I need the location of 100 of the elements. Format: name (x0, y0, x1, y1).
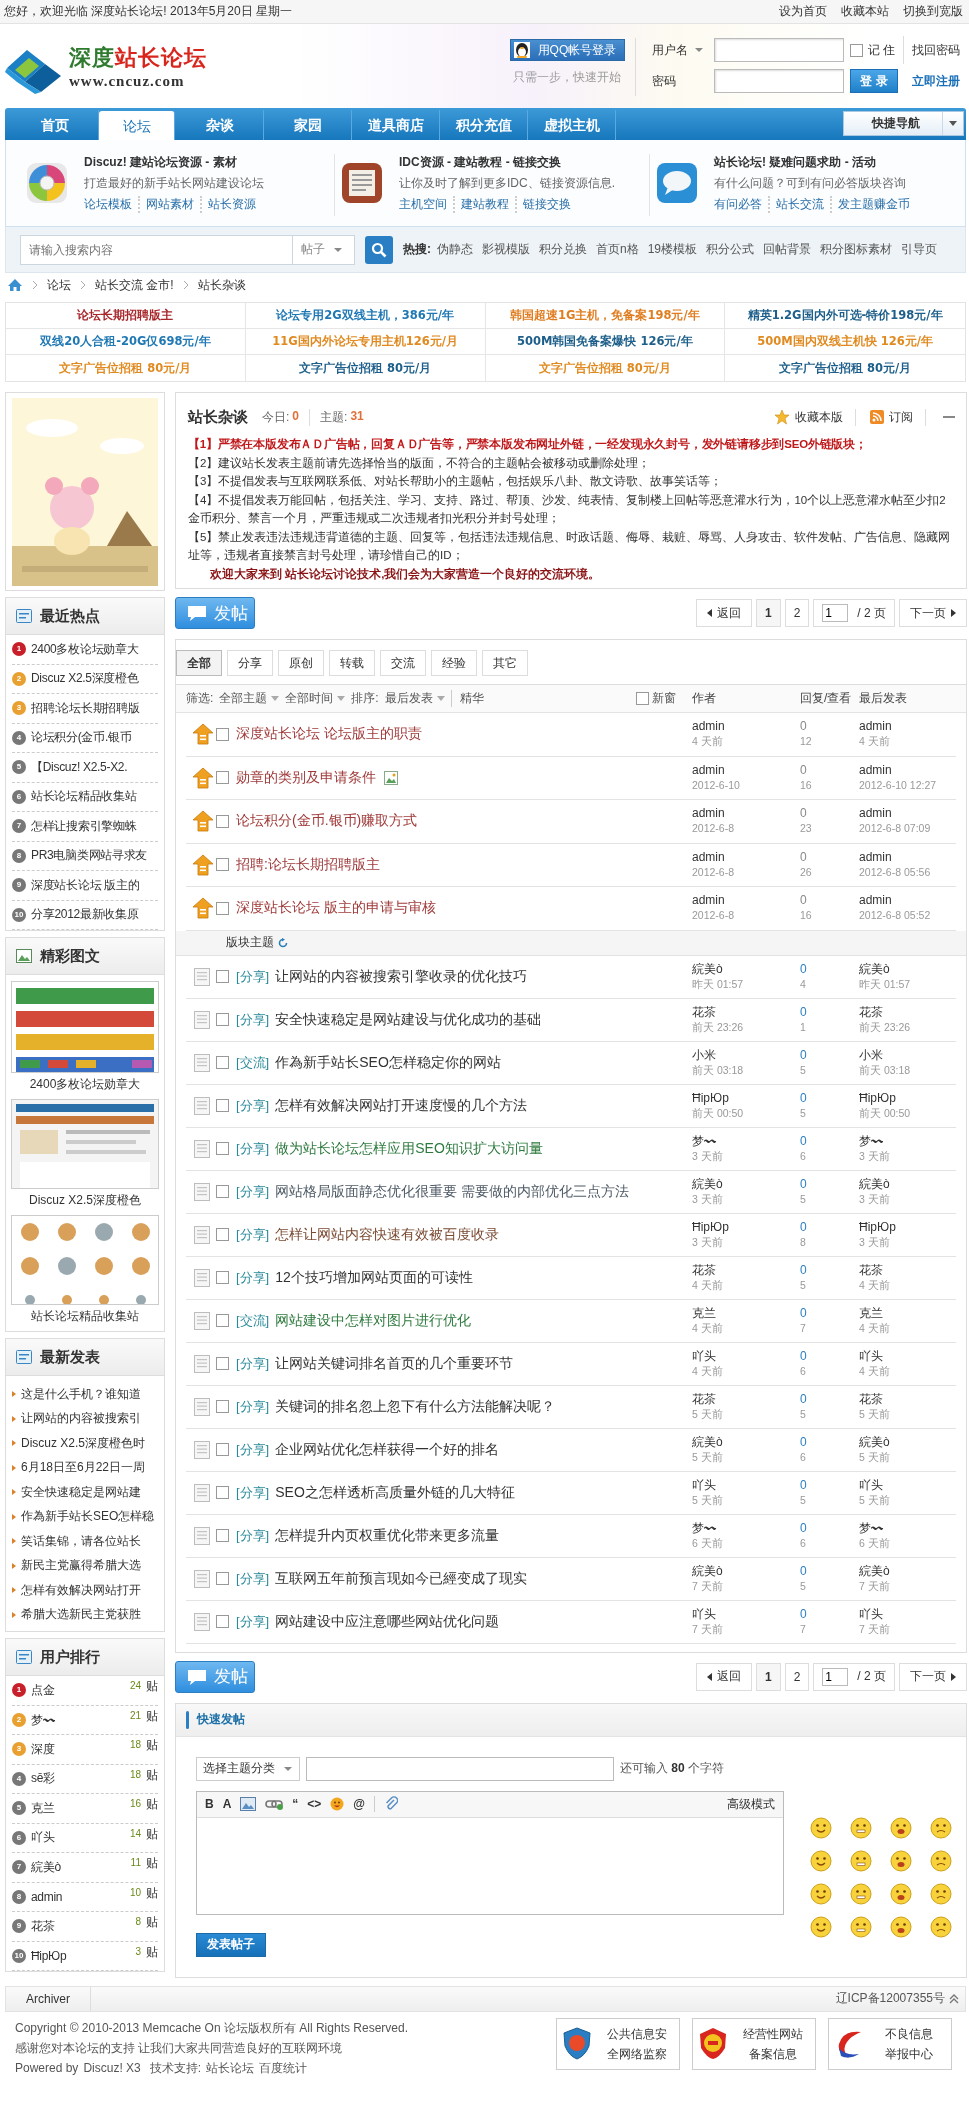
last-poster-link[interactable]: 克兰 (859, 1305, 883, 1321)
reply-count[interactable]: 0 (800, 1305, 807, 1321)
author-link[interactable]: admin (692, 806, 725, 822)
back-button[interactable]: 返回 (695, 1662, 752, 1691)
last-poster-link[interactable]: 吖头 (859, 1606, 883, 1622)
user-link[interactable]: 梦〰 (31, 1710, 125, 1730)
type-tab[interactable]: 其它 (482, 650, 528, 676)
thread-checkbox[interactable] (216, 1185, 229, 1198)
reply-count[interactable]: 0 (800, 893, 807, 909)
thread-checkbox[interactable] (216, 1486, 229, 1499)
thread-title-link[interactable]: 做为站长论坛怎样应用SEO知识扩大访问量 (275, 1139, 543, 1158)
register-link[interactable]: 立即注册 (904, 72, 966, 90)
thread-title-link[interactable]: 网站建设中怎样对图片进行优化 (275, 1311, 472, 1330)
search-field[interactable]: 请输入搜索内容 (20, 234, 293, 265)
thread-title-link[interactable]: 深度站长论坛 版主的申请与审核 (236, 899, 436, 918)
filter-dropdown[interactable]: 全部时间 (285, 690, 346, 707)
reply-count[interactable]: 0 (800, 1090, 807, 1106)
picture-caption[interactable]: 站长论坛精品收集站 (31, 1308, 139, 1325)
qq-login-button[interactable]: 用QQ帐号登录 (509, 39, 626, 61)
author-link[interactable]: admin (692, 893, 725, 909)
ad-link[interactable]: 论坛长期招聘版主 (77, 308, 174, 323)
hot-topic-link[interactable]: 站长论坛精品收集站 (31, 788, 158, 806)
paperclip-icon[interactable] (384, 1796, 399, 1812)
latest-post-link[interactable]: 希腊大选新民主党获胜 (21, 1606, 141, 1624)
page-number-field[interactable]: 1 (822, 604, 849, 622)
hot-topic-link[interactable]: 【Discuz! X2.5-X2. (31, 758, 158, 776)
archiver-tab[interactable]: Archiver (6, 1986, 91, 2011)
page-link[interactable]: 2 (784, 599, 810, 627)
author-link[interactable]: 花茶 (692, 1262, 716, 1278)
user-link[interactable]: 克兰 (31, 1799, 125, 1817)
smiley-icon[interactable] (890, 1882, 912, 1905)
hot-topic-link[interactable]: 分享2012最新收集原 (31, 906, 158, 924)
thread-checkbox[interactable] (216, 970, 229, 983)
reply-count[interactable]: 0 (800, 1434, 807, 1450)
thread-title-link[interactable]: 怎样有效解决网站打开速度慢的几个方法 (275, 1096, 528, 1115)
icp-link[interactable]: 辽ICP备12007355号 (835, 1990, 945, 2007)
home-icon[interactable] (7, 278, 23, 292)
subscribe-link[interactable]: 订阅 (870, 408, 926, 426)
last-poster-link[interactable]: 綄美ò (859, 1176, 890, 1192)
reply-count[interactable]: 0 (800, 1477, 807, 1493)
category-dropdown[interactable]: 选择主题分类 (196, 1756, 300, 1781)
search-button[interactable] (365, 235, 393, 264)
last-poster-link[interactable]: 花茶 (859, 1262, 883, 1278)
digest-filter-link[interactable]: 精华 (450, 690, 484, 707)
latest-post-link[interactable]: 新民主党赢得希腊大选 (21, 1557, 141, 1575)
ad-link[interactable]: 双线20人合租-20G仅698元/年 (40, 334, 211, 349)
author-link[interactable]: 花茶 (692, 1004, 716, 1020)
last-poster-link[interactable]: 吖头 (859, 1477, 883, 1493)
hot-search-link[interactable]: 首页n格 (596, 241, 639, 258)
thread-title-link[interactable]: 互联网五年前预言现如今已經变成了现实 (275, 1569, 528, 1588)
last-poster-link[interactable]: admin (859, 719, 892, 735)
hot-topic-link[interactable]: 招聘:论坛长期招聘版 (31, 699, 158, 717)
smiley-icon[interactable] (850, 1915, 872, 1938)
last-poster-link[interactable]: 梦〰 (859, 1133, 883, 1149)
page-link[interactable]: 1 (755, 599, 781, 627)
certificate-badge[interactable]: 不良信息 举报中心 (828, 2017, 952, 2070)
reply-count[interactable]: 0 (800, 961, 807, 977)
author-link[interactable]: 綄美ò (692, 961, 723, 977)
last-poster-link[interactable]: 綄美ò (859, 1434, 890, 1450)
latest-post-link[interactable]: 笑话集锦，请各位站长 (21, 1532, 141, 1550)
picture-caption[interactable]: 2400多枚论坛勋章大 (29, 1076, 141, 1093)
reply-count[interactable]: 0 (800, 1606, 807, 1622)
new-window-checkbox[interactable] (636, 692, 649, 705)
thread-type-link[interactable]: [分享] (236, 1182, 270, 1201)
thread-title-link[interactable]: 怎样让网站内容快速有效被百度收录 (275, 1225, 500, 1244)
smiley-icon[interactable] (930, 1849, 952, 1872)
last-poster-link[interactable]: ĦipЮp (859, 1090, 896, 1106)
feature-link[interactable]: 站长资源 (208, 196, 262, 213)
author-link[interactable]: 花茶 (692, 1391, 716, 1407)
thread-type-link[interactable]: [分享] (236, 1397, 270, 1416)
smiley-icon[interactable] (850, 1849, 872, 1872)
page-number-field[interactable]: 1 (822, 1667, 849, 1686)
ad-link[interactable]: 500M韩国免备案爆快 126元/年 (517, 334, 693, 349)
author-link[interactable]: 小米 (692, 1047, 716, 1063)
smiley-icon[interactable] (330, 1797, 345, 1811)
subject-field[interactable] (306, 1756, 614, 1781)
type-tab[interactable]: 原创 (278, 650, 324, 676)
next-page-button[interactable]: 下一页 (899, 599, 967, 627)
thread-checkbox[interactable] (216, 727, 229, 741)
type-tab[interactable]: 分享 (227, 650, 273, 676)
thread-title-link[interactable]: 怎样提升内页权重优化带来更多流量 (275, 1526, 500, 1545)
last-poster-link[interactable]: admin (859, 893, 892, 909)
thread-type-link[interactable]: [分享] (236, 1440, 270, 1459)
latest-post-link[interactable]: 让网站的内容被搜索引 (21, 1410, 141, 1428)
reply-count[interactable]: 0 (800, 762, 807, 778)
type-tab[interactable]: 转载 (329, 650, 375, 676)
reply-count[interactable]: 0 (800, 1176, 807, 1192)
last-poster-link[interactable]: 花茶 (859, 1004, 883, 1020)
thread-title-link[interactable]: 网站格局版面静态优化很重要 需要做的内部优化三点方法 (275, 1182, 630, 1201)
reply-count[interactable]: 0 (800, 1219, 807, 1235)
thread-title-link[interactable]: 招聘:论坛长期招聘版主 (236, 855, 380, 874)
thread-checkbox[interactable] (216, 858, 229, 872)
thread-checkbox[interactable] (216, 1228, 229, 1241)
thread-checkbox[interactable] (216, 771, 229, 785)
reply-count[interactable]: 0 (800, 806, 807, 822)
hot-search-link[interactable]: 回帖背景 (763, 241, 812, 258)
last-poster-link[interactable]: admin (859, 762, 892, 778)
thread-type-link[interactable]: [分享] (236, 1569, 270, 1588)
feature-link[interactable]: 链接交换 (523, 196, 577, 213)
nav-tab[interactable]: 论坛 (99, 111, 175, 140)
